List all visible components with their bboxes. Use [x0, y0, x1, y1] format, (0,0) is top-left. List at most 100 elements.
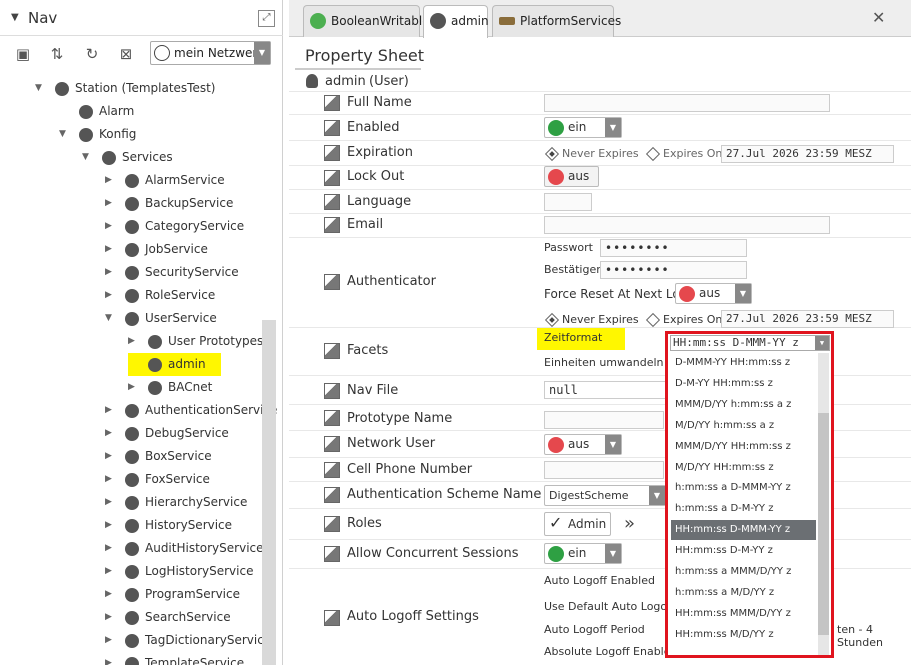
- collapsed-arrow-icon[interactable]: ▶: [105, 192, 117, 215]
- tree-item[interactable]: ▶ BackupService: [0, 192, 262, 215]
- timeformat-option[interactable]: h:mm:ss a D-MMM-YY z: [671, 478, 816, 498]
- expires-on-radio[interactable]: [645, 312, 661, 328]
- tab-admin[interactable]: admin: [423, 5, 489, 38]
- tree-item[interactable]: ▶ SecurityService: [0, 261, 262, 284]
- collapsed-arrow-icon[interactable]: ▶: [105, 399, 117, 422]
- expires-on-radio[interactable]: [645, 146, 661, 162]
- collapsed-arrow-icon[interactable]: ▶: [105, 652, 117, 665]
- tree-item[interactable]: Alarm: [0, 100, 262, 123]
- chevron-down-icon[interactable]: ▼: [254, 42, 270, 64]
- full-name-input[interactable]: [544, 94, 830, 112]
- tree-item[interactable]: ▶ SearchService: [0, 606, 262, 629]
- collapsed-arrow-icon[interactable]: ▶: [105, 491, 117, 514]
- email-input[interactable]: [544, 216, 830, 234]
- timeformat-option[interactable]: M/D/YY HH:mm:ss z: [671, 458, 816, 478]
- maximize-icon[interactable]: ⤢: [258, 10, 275, 27]
- tree-item[interactable]: ▶ BACnet: [0, 376, 262, 399]
- confirm-password-input[interactable]: ••••••••: [600, 261, 747, 279]
- dropdown-scrollbar[interactable]: [818, 353, 829, 655]
- collapsed-arrow-icon[interactable]: ▶: [105, 606, 117, 629]
- timeformat-option[interactable]: h:mm:ss a MMM/D/YY z: [671, 562, 816, 582]
- collapsed-arrow-icon[interactable]: ▶: [105, 261, 117, 284]
- expanded-arrow-icon[interactable]: ▼: [105, 307, 117, 330]
- chevron-down-icon[interactable]: ▼: [605, 544, 621, 563]
- tree-item[interactable]: ▼ Services: [0, 146, 262, 169]
- collapsed-arrow-icon[interactable]: ▶: [105, 583, 117, 606]
- network-user-select[interactable]: aus ▼: [544, 434, 622, 455]
- timeformat-dropdown[interactable]: HH:mm:ss D-MMM-YY z ▼ D-MMM-YY HH:mm:ss …: [665, 331, 834, 658]
- nav-scrollbar[interactable]: [262, 320, 276, 665]
- new-folder-icon[interactable]: ▣: [13, 44, 33, 64]
- tab-platformservices[interactable]: PlatformServices: [492, 5, 621, 37]
- auth-scheme-select[interactable]: DigestScheme ▼: [544, 485, 666, 506]
- tree-item[interactable]: ▶ ProgramService: [0, 583, 262, 606]
- tree-item[interactable]: ▶ TemplateService: [0, 652, 262, 665]
- timeformat-option[interactable]: MMM/D/YY HH:mm:ss z: [671, 437, 816, 457]
- timeformat-option[interactable]: M/D/YY h:mm:ss a z: [671, 416, 816, 436]
- tree-item[interactable]: ▶ JobService: [0, 238, 262, 261]
- close-tab-icon[interactable]: ✕: [872, 8, 885, 27]
- timeformat-option[interactable]: D-MMM-YY HH:mm:ss z: [671, 353, 816, 373]
- timeformat-option[interactable]: HH:mm:ss MMM/D/YY z: [671, 604, 816, 624]
- close-icon[interactable]: ⊠: [116, 44, 136, 64]
- collapsed-arrow-icon[interactable]: ▶: [105, 238, 117, 261]
- timeformat-option[interactable]: D-M-YY HH:mm:ss z: [671, 374, 816, 394]
- timeformat-option[interactable]: h:mm:ss a M/D/YY z: [671, 583, 816, 603]
- concurrent-select[interactable]: ein ▼: [544, 543, 622, 564]
- collapsed-arrow-icon[interactable]: ▶: [105, 169, 117, 192]
- chevron-down-icon[interactable]: ▼: [649, 486, 665, 505]
- collapsed-arrow-icon[interactable]: ▶: [128, 330, 140, 353]
- tree-item[interactable]: ▶ LogHistoryService: [0, 560, 262, 583]
- network-select[interactable]: mein Netzwerk ▼: [150, 41, 271, 65]
- never-expires-radio[interactable]: [544, 312, 560, 328]
- force-reset-select[interactable]: aus ▼: [675, 283, 752, 304]
- timeformat-option[interactable]: HH:mm:ss D-M-YY z: [671, 541, 816, 561]
- timeformat-select[interactable]: HH:mm:ss D-MMM-YY z ▼: [670, 335, 830, 351]
- tree-item[interactable]: ▶ HistoryService: [0, 514, 262, 537]
- collapsed-arrow-icon[interactable]: ▶: [128, 376, 140, 399]
- tree-item[interactable]: ▶ CategoryService: [0, 215, 262, 238]
- auth-expiration-date-field[interactable]: 27.Jul 2026 23:59 MESZ: [721, 310, 894, 328]
- refresh-icon[interactable]: ↻: [82, 44, 102, 64]
- collapsed-arrow-icon[interactable]: ▶: [105, 629, 117, 652]
- expanded-arrow-icon[interactable]: ▼: [82, 146, 94, 169]
- tree-item[interactable]: ▶admin: [0, 353, 262, 376]
- never-expires-radio[interactable]: [544, 146, 560, 162]
- collapsed-arrow-icon[interactable]: ▶: [105, 560, 117, 583]
- collapsed-arrow-icon[interactable]: ▶: [105, 215, 117, 238]
- roles-button[interactable]: ✓ Admin: [544, 512, 611, 536]
- tree-item[interactable]: ▶ DebugService: [0, 422, 262, 445]
- collapsed-arrow-icon[interactable]: ▶: [105, 537, 117, 560]
- tree-item[interactable]: ▼ Konfig: [0, 123, 262, 146]
- timeformat-option[interactable]: HH:mm:ss D-MMM-YY z: [671, 520, 816, 541]
- password-input[interactable]: ••••••••: [600, 239, 747, 257]
- tree-item[interactable]: ▼ Station (TemplatesTest): [0, 77, 262, 100]
- chevron-down-icon[interactable]: ▼: [735, 284, 751, 303]
- expand-roles-icon[interactable]: »: [624, 513, 635, 534]
- prototype-name-input[interactable]: [544, 411, 664, 429]
- collapsed-arrow-icon[interactable]: ▶: [105, 422, 117, 445]
- chevron-down-icon[interactable]: ▼: [605, 435, 621, 454]
- tree-item[interactable]: ▶ HierarchyService: [0, 491, 262, 514]
- scrollbar-thumb[interactable]: [818, 413, 829, 635]
- timeformat-option[interactable]: h:mm:ss a D-M-YY z: [671, 499, 816, 519]
- tree-item[interactable]: ▶ BoxService: [0, 445, 262, 468]
- nav-file-input[interactable]: null: [544, 381, 669, 399]
- expanded-arrow-icon[interactable]: ▼: [35, 77, 47, 100]
- collapse-arrow-icon[interactable]: ▼: [11, 12, 19, 23]
- tree-item[interactable]: ▶ RoleService: [0, 284, 262, 307]
- timeformat-option[interactable]: HH:mm:ss M/D/YY z: [671, 625, 816, 645]
- tree-item[interactable]: ▶ TagDictionaryService: [0, 629, 271, 652]
- timeformat-option[interactable]: MMM/D/YY h:mm:ss a z: [671, 395, 816, 415]
- chevron-down-icon[interactable]: ▼: [815, 336, 829, 350]
- sort-icon[interactable]: ⇅: [47, 44, 67, 64]
- enabled-select[interactable]: ein ▼: [544, 117, 622, 138]
- tree-item[interactable]: ▶ User Prototypes: [0, 330, 263, 353]
- tree-item[interactable]: ▼ UserService: [0, 307, 262, 330]
- cell-phone-input[interactable]: [544, 461, 664, 479]
- tree-item[interactable]: ▶ FoxService: [0, 468, 262, 491]
- tab-booleanwritable[interactable]: BooleanWritable: [303, 5, 430, 37]
- collapsed-arrow-icon[interactable]: ▶: [105, 514, 117, 537]
- tree-item[interactable]: ▶ AuditHistoryService: [0, 537, 264, 560]
- language-input[interactable]: [544, 193, 592, 211]
